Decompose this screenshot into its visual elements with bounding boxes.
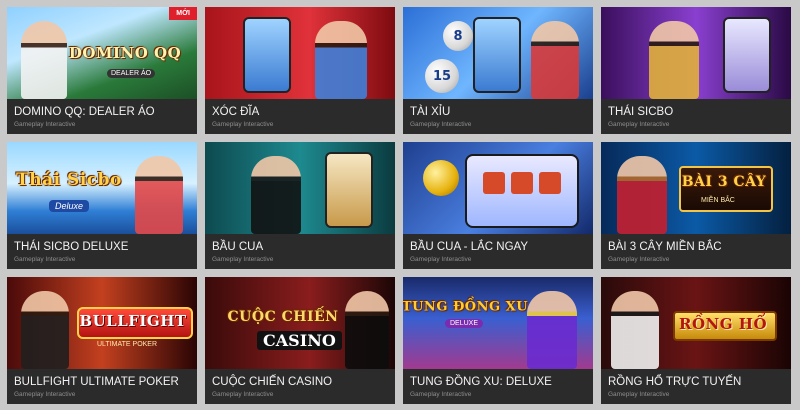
game-provider: Gameplay Interactive	[212, 256, 274, 263]
game-title: BẦU CUA	[212, 241, 264, 253]
card-caption: CUỘC CHIẾN CASINO Gameplay Interactive	[205, 369, 395, 404]
dice-icon	[483, 172, 505, 194]
game-thumbnail: CUỘC CHIẾN CASINO	[205, 277, 395, 369]
game-card-thai-sicbo[interactable]: THÁI SICBO Gameplay Interactive	[601, 7, 791, 134]
card-caption: BÀI 3 CÂY MIỀN BẮC Gameplay Interactive	[601, 234, 791, 269]
dealer-figure	[345, 291, 389, 369]
dealer-figure	[251, 156, 301, 234]
card-caption: TÀI XỈU Gameplay Interactive	[403, 99, 593, 134]
phone-screen	[243, 17, 291, 93]
game-provider: Gameplay Interactive	[608, 121, 670, 128]
dice-icon	[539, 172, 561, 194]
game-thumbnail: TUNG ĐỒNG XU DELUXE	[403, 277, 593, 369]
new-badge: MỚI	[169, 7, 197, 20]
game-thumbnail	[601, 7, 791, 99]
game-provider: Gameplay Interactive	[410, 256, 472, 263]
game-card-tai-xiu[interactable]: 8 15 TÀI XỈU Gameplay Interactive	[403, 7, 593, 134]
game-card-xoc-dia[interactable]: XÓC ĐĨA Gameplay Interactive	[205, 7, 395, 134]
game-card-bullfight-ultimate-poker[interactable]: BULLFIGHT ULTIMATE POKER BULLFIGHT ULTIM…	[7, 277, 197, 404]
game-thumbnail: Thái Sicbo Deluxe	[7, 142, 197, 234]
card-caption: THÁI SICBO Gameplay Interactive	[601, 99, 791, 134]
game-logo: CUỘC CHIẾN	[227, 309, 339, 325]
game-logo: BÀI 3 CÂY	[681, 174, 767, 190]
game-thumbnail: BÀI 3 CÂY MIỀN BẮC	[601, 142, 791, 234]
game-logo-sub: CASINO	[257, 331, 342, 350]
game-logo: Thái Sicbo	[16, 170, 122, 190]
game-card-domino-qq[interactable]: DOMINO QQ DEALER ÁO MỚI DOMINO QQ: DEALE…	[7, 7, 197, 134]
game-logo: DOMINO QQ	[68, 44, 182, 62]
dice-icon	[511, 172, 533, 194]
dealer-figure	[527, 291, 577, 369]
game-card-rong-ho-truc-tuyen[interactable]: RỒNG HỔ RỒNG HỔ TRỰC TUYẾN Gameplay Inte…	[601, 277, 791, 404]
dealer-figure	[21, 21, 67, 99]
game-title: CUỘC CHIẾN CASINO	[212, 376, 333, 388]
phone-screen	[473, 17, 521, 93]
lottery-ball-icon: 8	[443, 21, 473, 51]
card-caption: THÁI SICBO DELUXE Gameplay Interactive	[7, 234, 197, 269]
game-provider: Gameplay Interactive	[212, 391, 274, 398]
game-title: THÁI SICBO DELUXE	[14, 241, 129, 253]
card-caption: XÓC ĐĨA Gameplay Interactive	[205, 99, 395, 134]
card-caption: RỒNG HỔ TRỰC TUYẾN Gameplay Interactive	[601, 369, 791, 404]
dealer-figure	[649, 21, 699, 99]
game-card-bai-3-cay-mien-bac[interactable]: BÀI 3 CÂY MIỀN BẮC BÀI 3 CÂY MIỀN BẮC Ga…	[601, 142, 791, 269]
phone-screen	[723, 17, 771, 93]
game-thumbnail: RỒNG HỔ	[601, 277, 791, 369]
game-title: BẦU CUA - LẮC NGAY	[410, 241, 529, 253]
game-provider: Gameplay Interactive	[14, 256, 76, 263]
game-logo: BULLFIGHT	[79, 312, 187, 330]
card-caption: TUNG ĐỒNG XU: DELUXE Gameplay Interactiv…	[403, 369, 593, 404]
game-card-bau-cua-lac-ngay[interactable]: BẦU CUA - LẮC NGAY Gameplay Interactive	[403, 142, 593, 269]
game-logo: RỒNG HỔ	[678, 315, 768, 333]
game-title: DOMINO QQ: DEALER ÁO	[14, 106, 155, 118]
game-thumbnail	[403, 142, 593, 234]
dealer-figure	[135, 156, 183, 234]
game-thumbnail: BULLFIGHT ULTIMATE POKER	[7, 277, 197, 369]
game-logo-sub: Deluxe	[49, 200, 90, 212]
game-provider: Gameplay Interactive	[608, 391, 670, 398]
game-thumbnail: 8 15	[403, 7, 593, 99]
game-provider: Gameplay Interactive	[212, 121, 274, 128]
lottery-ball-icon: 15	[425, 59, 459, 93]
coin-icon	[423, 160, 459, 196]
dealer-figure	[611, 291, 659, 369]
game-title: BULLFIGHT ULTIMATE POKER	[14, 376, 179, 388]
game-logo-sub: ULTIMATE POKER	[97, 341, 158, 348]
game-logo: TUNG ĐỒNG XU	[403, 299, 529, 315]
game-title: XÓC ĐĨA	[212, 106, 260, 118]
game-provider: Gameplay Interactive	[608, 256, 670, 263]
phone-screen	[325, 152, 373, 228]
game-title: TÀI XỈU	[410, 106, 451, 118]
game-provider: Gameplay Interactive	[410, 391, 472, 398]
card-caption: BULLFIGHT ULTIMATE POKER Gameplay Intera…	[7, 369, 197, 404]
game-logo-sub: DEALER ÁO	[107, 69, 156, 78]
dealer-figure	[531, 21, 579, 99]
game-provider: Gameplay Interactive	[410, 121, 472, 128]
game-thumbnail	[205, 142, 395, 234]
card-caption: BẦU CUA Gameplay Interactive	[205, 234, 395, 269]
game-thumbnail: DOMINO QQ DEALER ÁO MỚI	[7, 7, 197, 99]
card-caption: BẦU CUA - LẮC NGAY Gameplay Interactive	[403, 234, 593, 269]
game-thumbnail	[205, 7, 395, 99]
game-title: RỒNG HỔ TRỰC TUYẾN	[608, 376, 742, 388]
game-grid: DOMINO QQ DEALER ÁO MỚI DOMINO QQ: DEALE…	[0, 0, 800, 410]
game-title: TUNG ĐỒNG XU: DELUXE	[410, 376, 552, 388]
game-logo-sub: DELUXE	[445, 319, 484, 328]
game-title: BÀI 3 CÂY MIỀN BẮC	[608, 241, 722, 253]
game-provider: Gameplay Interactive	[14, 391, 76, 398]
card-caption: DOMINO QQ: DEALER ÁO Gameplay Interactiv…	[7, 99, 197, 134]
game-title: THÁI SICBO	[608, 106, 674, 118]
dealer-figure	[617, 156, 667, 234]
game-card-thai-sicbo-deluxe[interactable]: Thái Sicbo Deluxe THÁI SICBO DELUXE Game…	[7, 142, 197, 269]
game-card-cuoc-chien-casino[interactable]: CUỘC CHIẾN CASINO CUỘC CHIẾN CASINO Game…	[205, 277, 395, 404]
game-provider: Gameplay Interactive	[14, 121, 76, 128]
game-card-bau-cua[interactable]: BẦU CUA Gameplay Interactive	[205, 142, 395, 269]
dealer-figure	[315, 21, 367, 99]
game-card-tung-dong-xu-deluxe[interactable]: TUNG ĐỒNG XU DELUXE TUNG ĐỒNG XU: DELUXE…	[403, 277, 593, 404]
game-logo-sub: MIỀN BẮC	[701, 197, 735, 204]
dealer-figure	[21, 291, 69, 369]
